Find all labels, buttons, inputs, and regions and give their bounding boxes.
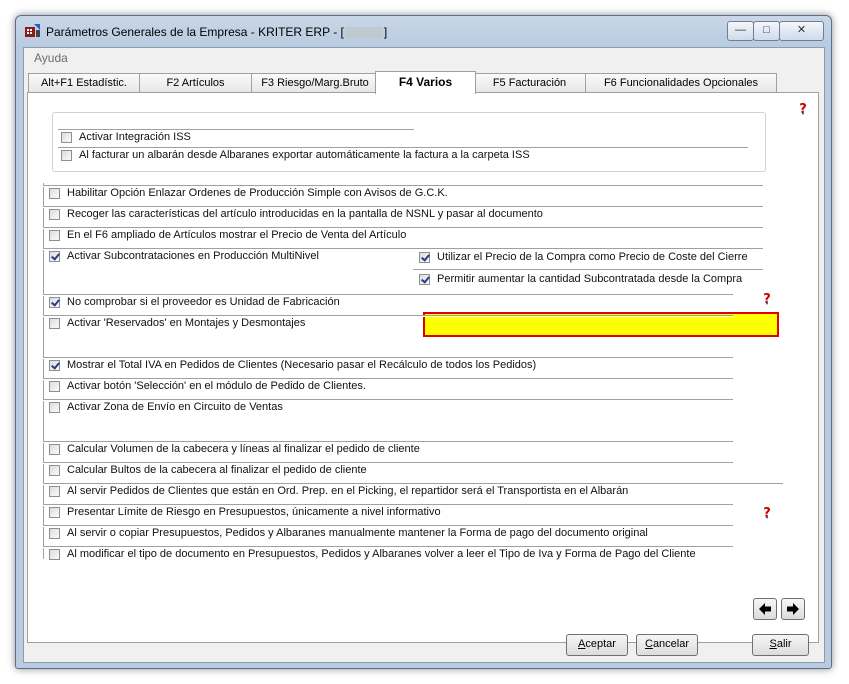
checkbox[interactable]: [49, 318, 60, 329]
cancel-accelerator: C: [644, 638, 653, 650]
option-label: Activar 'Reservados' en Montajes y Desmo…: [67, 317, 306, 329]
option-label: Activar Integración ISS: [79, 131, 191, 143]
menu-item-ayuda[interactable]: Ayuda: [34, 51, 68, 65]
checkbox[interactable]: [61, 150, 72, 161]
tab-varios[interactable]: F4 Varios: [375, 71, 476, 94]
option-label: Permitir aumentar la cantidad Subcontrat…: [437, 273, 743, 285]
divider: [413, 269, 763, 271]
window-title: Parámetros Generales de la Empresa - KRI…: [46, 25, 387, 39]
option-label: Al servir o copiar Presupuestos, Pedidos…: [67, 527, 648, 539]
tab-articulos[interactable]: F2 Artículos: [139, 73, 252, 93]
title-bar[interactable]: Parámetros Generales de la Empresa - KRI…: [16, 16, 831, 48]
option-label: Recoger las características del artículo…: [67, 208, 543, 220]
window-client-area: Ayuda Alt+F1 Estadístic. F2 Artículos F3…: [23, 47, 825, 663]
tab-facturacion[interactable]: F5 Facturación: [473, 73, 586, 93]
option-label: Al servir Pedidos de Clientes que están …: [67, 485, 629, 497]
help-icon[interactable]: ?: [760, 291, 774, 305]
accept-button[interactable]: Aceptar: [566, 634, 628, 656]
tab-strip: Alt+F1 Estadístic. F2 Artículos F3 Riesg…: [28, 71, 824, 94]
exit-label: alir: [776, 638, 792, 650]
window-title-suffix: ]: [383, 25, 388, 39]
tab-funcionalidades[interactable]: F6 Funcionalidades Opcionales: [585, 73, 777, 93]
option-label: Mostrar el Total IVA en Pedidos de Clien…: [67, 359, 537, 371]
menu-bar: Ayuda: [24, 48, 824, 68]
option-label: Al modificar el tipo de documento en Pre…: [67, 548, 696, 560]
divider: [43, 183, 44, 559]
checkbox[interactable]: [49, 486, 60, 497]
option-label: Presentar Límite de Riesgo en Presupuest…: [67, 506, 441, 518]
option-label: Calcular Bultos de la cabecera al finali…: [67, 464, 367, 476]
checkbox[interactable]: [61, 132, 72, 143]
checkbox[interactable]: [49, 381, 60, 392]
checkbox-checked[interactable]: [419, 252, 430, 263]
option-label: En el F6 ampliado de Artículos mostrar e…: [67, 229, 407, 241]
checkbox[interactable]: [49, 444, 60, 455]
previous-button[interactable]: [753, 598, 777, 620]
window-title-prefix: Parámetros Generales de la Empresa - KRI…: [46, 25, 344, 39]
tab-page-varios: ? ? ? Activar Integración ISS Al factura…: [27, 92, 819, 643]
checkbox[interactable]: [49, 188, 60, 199]
exit-button[interactable]: Salir: [752, 634, 809, 656]
arrow-right-icon: [787, 603, 799, 615]
option-label: Activar Zona de Envío en Circuito de Ven…: [67, 401, 283, 413]
option-label: Calcular Volumen de la cabecera y líneas…: [67, 443, 420, 455]
close-button[interactable]: ✕: [779, 21, 824, 41]
accept-label: ceptar: [585, 638, 616, 650]
checkbox[interactable]: [49, 209, 60, 220]
app-icon: [25, 24, 40, 37]
tab-estadisticas[interactable]: Alt+F1 Estadístic.: [28, 73, 140, 93]
main-window: Parámetros Generales de la Empresa - KRI…: [15, 15, 832, 669]
cancel-label: ancelar: [652, 638, 690, 650]
checkbox-checked[interactable]: [419, 274, 430, 285]
checkbox[interactable]: [49, 465, 60, 476]
checkbox-checked[interactable]: [49, 251, 60, 262]
option-label: No comprobar si el proveedor es Unidad d…: [67, 296, 340, 308]
arrow-left-icon: [759, 603, 771, 615]
maximize-button[interactable]: □: [753, 21, 780, 41]
checkbox[interactable]: [49, 549, 60, 560]
checkbox-checked[interactable]: [49, 360, 60, 371]
option-label: Utilizar el Precio de la Compra como Pre…: [437, 251, 748, 263]
minimize-button[interactable]: —: [727, 21, 754, 41]
checkbox[interactable]: [49, 402, 60, 413]
redacted-company: [344, 27, 383, 39]
cancel-button[interactable]: Cancelar: [636, 634, 698, 656]
checkbox-checked[interactable]: [49, 297, 60, 308]
checkbox[interactable]: [49, 528, 60, 539]
help-icon[interactable]: ?: [796, 101, 810, 115]
next-button[interactable]: [781, 598, 805, 620]
checkbox[interactable]: [49, 507, 60, 518]
option-label: Activar botón 'Selección' en el módulo d…: [67, 380, 366, 392]
help-icon[interactable]: ?: [760, 505, 774, 519]
tab-riesgo[interactable]: F3 Riesgo/Marg.Bruto: [251, 73, 379, 93]
exit-accelerator: S: [769, 638, 777, 650]
checkbox[interactable]: [49, 230, 60, 241]
option-label: Al facturar un albarán desde Albaranes e…: [79, 149, 530, 161]
option-label: Activar Subcontrataciones en Producción …: [67, 250, 319, 262]
option-label: Habilitar Opción Enlazar Ordenes de Prod…: [67, 187, 448, 199]
